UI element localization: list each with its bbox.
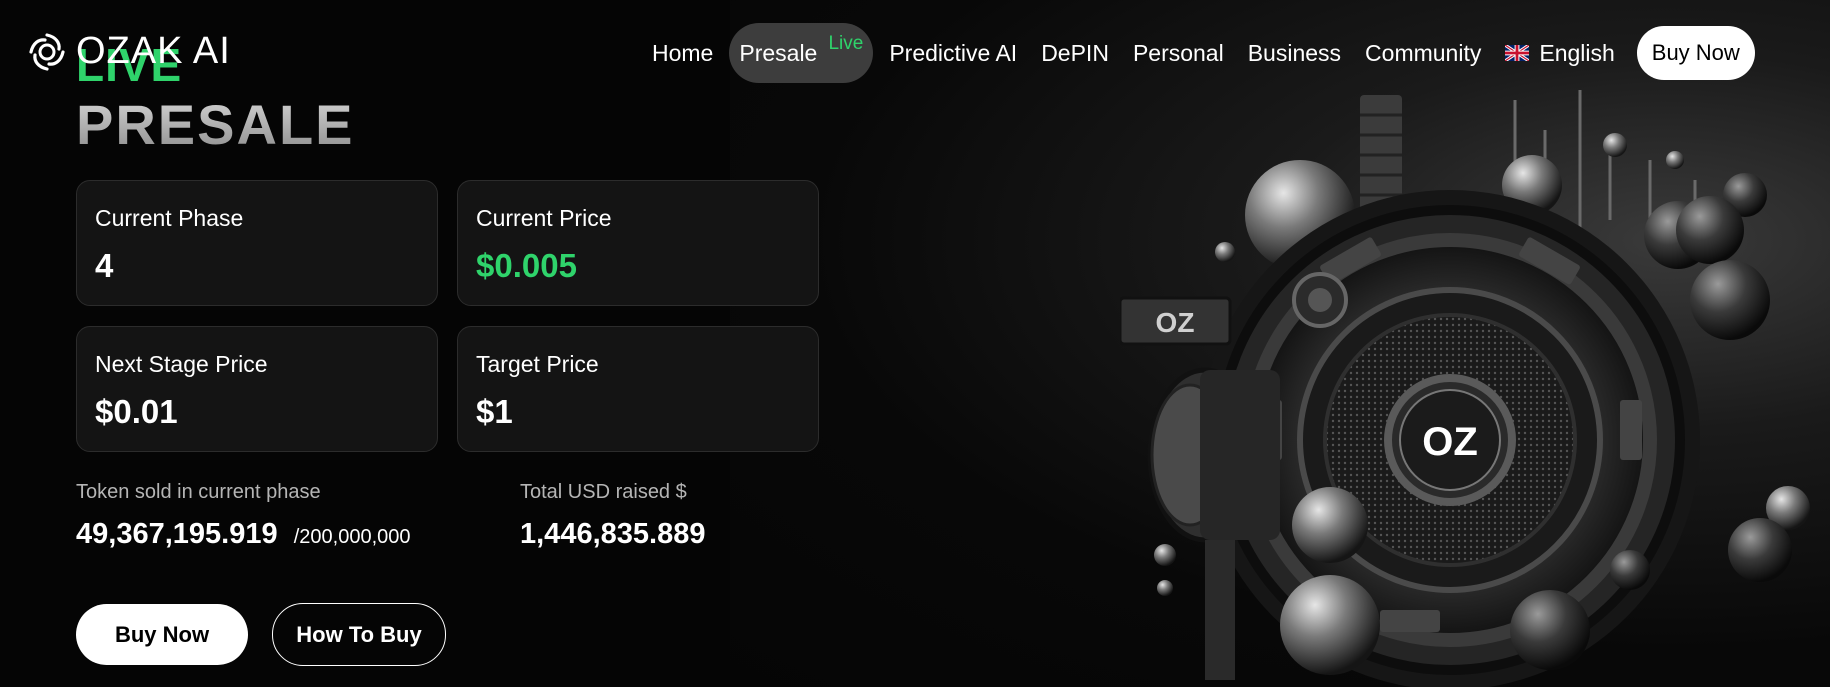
usd-raised-value: 1,446,835.889 [520, 518, 706, 550]
nav-live-badge: Live [828, 33, 864, 54]
card-label: Next Stage Price [95, 351, 268, 377]
nav-presale[interactable]: Presale Live [729, 23, 874, 83]
how-to-buy-button[interactable]: How To Buy [272, 603, 446, 666]
card-value: 4 [95, 247, 114, 284]
card-value: $0.01 [95, 393, 178, 430]
tokens-sold-number: 49,367,195.919 [76, 518, 278, 550]
usd-raised-label: Total USD raised $ [520, 481, 687, 503]
language-label: English [1539, 39, 1615, 66]
tokens-sold-label: Token sold in current phase [76, 481, 321, 503]
nav-presale-label: Presale [739, 39, 818, 66]
card-value: $1 [476, 393, 513, 430]
hero-illustration: OZ OZ [1120, 90, 1810, 687]
card-target-price: Target Price $1 [457, 326, 819, 452]
tokens-sold-value: 49,367,195.919 /200,000,000 [76, 518, 411, 551]
main-nav: Home Presale Live Predictive AI DePIN Pe… [640, 22, 1755, 84]
nav-community[interactable]: Community [1353, 40, 1493, 67]
card-current-phase: Current Phase 4 [76, 180, 438, 306]
ozak-logo-icon [29, 32, 65, 71]
language-selector[interactable]: English [1493, 40, 1626, 67]
buy-now-button[interactable]: Buy Now [76, 604, 248, 665]
card-label: Target Price [476, 351, 599, 377]
nav-personal[interactable]: Personal [1121, 40, 1236, 67]
nav-buy-now-button[interactable]: Buy Now [1636, 26, 1755, 80]
art-small-badge: OZ [1156, 307, 1195, 338]
uk-flag-icon [1505, 45, 1530, 61]
brand-name: OZAK AI [76, 30, 231, 72]
brand-logo[interactable]: OZAK AI [26, 30, 231, 73]
nav-home[interactable]: Home [640, 40, 725, 67]
card-label: Current Phase [95, 205, 244, 231]
nav-depin[interactable]: DePIN [1029, 40, 1121, 67]
card-label: Current Price [476, 205, 612, 231]
card-current-price: Current Price $0.005 [457, 180, 819, 306]
art-center-badge: OZ [1422, 420, 1478, 464]
card-value: $0.005 [476, 247, 577, 284]
nav-business[interactable]: Business [1236, 40, 1353, 67]
tokens-total: /200,000,000 [293, 526, 411, 548]
nav-predictive-ai[interactable]: Predictive AI [877, 40, 1029, 67]
card-next-stage-price: Next Stage Price $0.01 [76, 326, 438, 452]
hero-title: PRESALE [76, 93, 355, 156]
